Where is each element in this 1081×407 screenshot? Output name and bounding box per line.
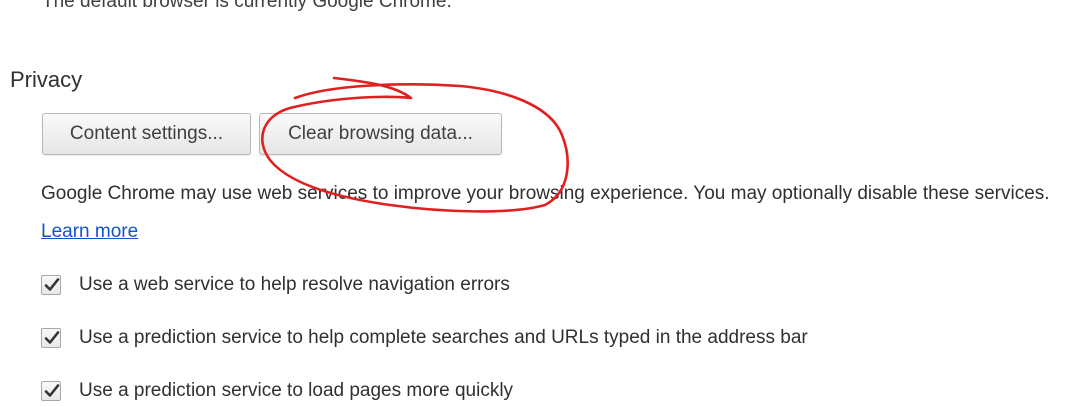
checkmark-icon: [44, 384, 60, 397]
checkbox-search-prediction[interactable]: [41, 328, 61, 348]
option-label: Use a prediction service to load pages m…: [79, 380, 514, 401]
option-page-prefetch[interactable]: Use a prediction service to load pages m…: [41, 379, 513, 403]
privacy-description: Google Chrome may use web services to im…: [41, 175, 1081, 251]
section-title-privacy: Privacy: [10, 67, 83, 92]
option-label: Use a prediction service to help complet…: [79, 327, 808, 348]
content-settings-button[interactable]: Content settings...: [42, 113, 251, 155]
option-search-prediction[interactable]: Use a prediction service to help complet…: [41, 326, 808, 350]
default-browser-status: The default browser is currently Google …: [42, 0, 452, 12]
checkbox-navigation-errors[interactable]: [41, 275, 61, 295]
option-label: Use a web service to help resolve naviga…: [79, 274, 510, 295]
checkmark-icon: [44, 278, 60, 291]
privacy-description-text: Google Chrome may use web services to im…: [41, 183, 1050, 204]
checkmark-icon: [44, 331, 60, 344]
learn-more-link[interactable]: Learn more: [41, 221, 138, 242]
checkbox-page-prefetch[interactable]: [41, 381, 61, 401]
option-navigation-errors[interactable]: Use a web service to help resolve naviga…: [41, 273, 510, 297]
clear-browsing-data-button[interactable]: Clear browsing data...: [259, 113, 502, 155]
